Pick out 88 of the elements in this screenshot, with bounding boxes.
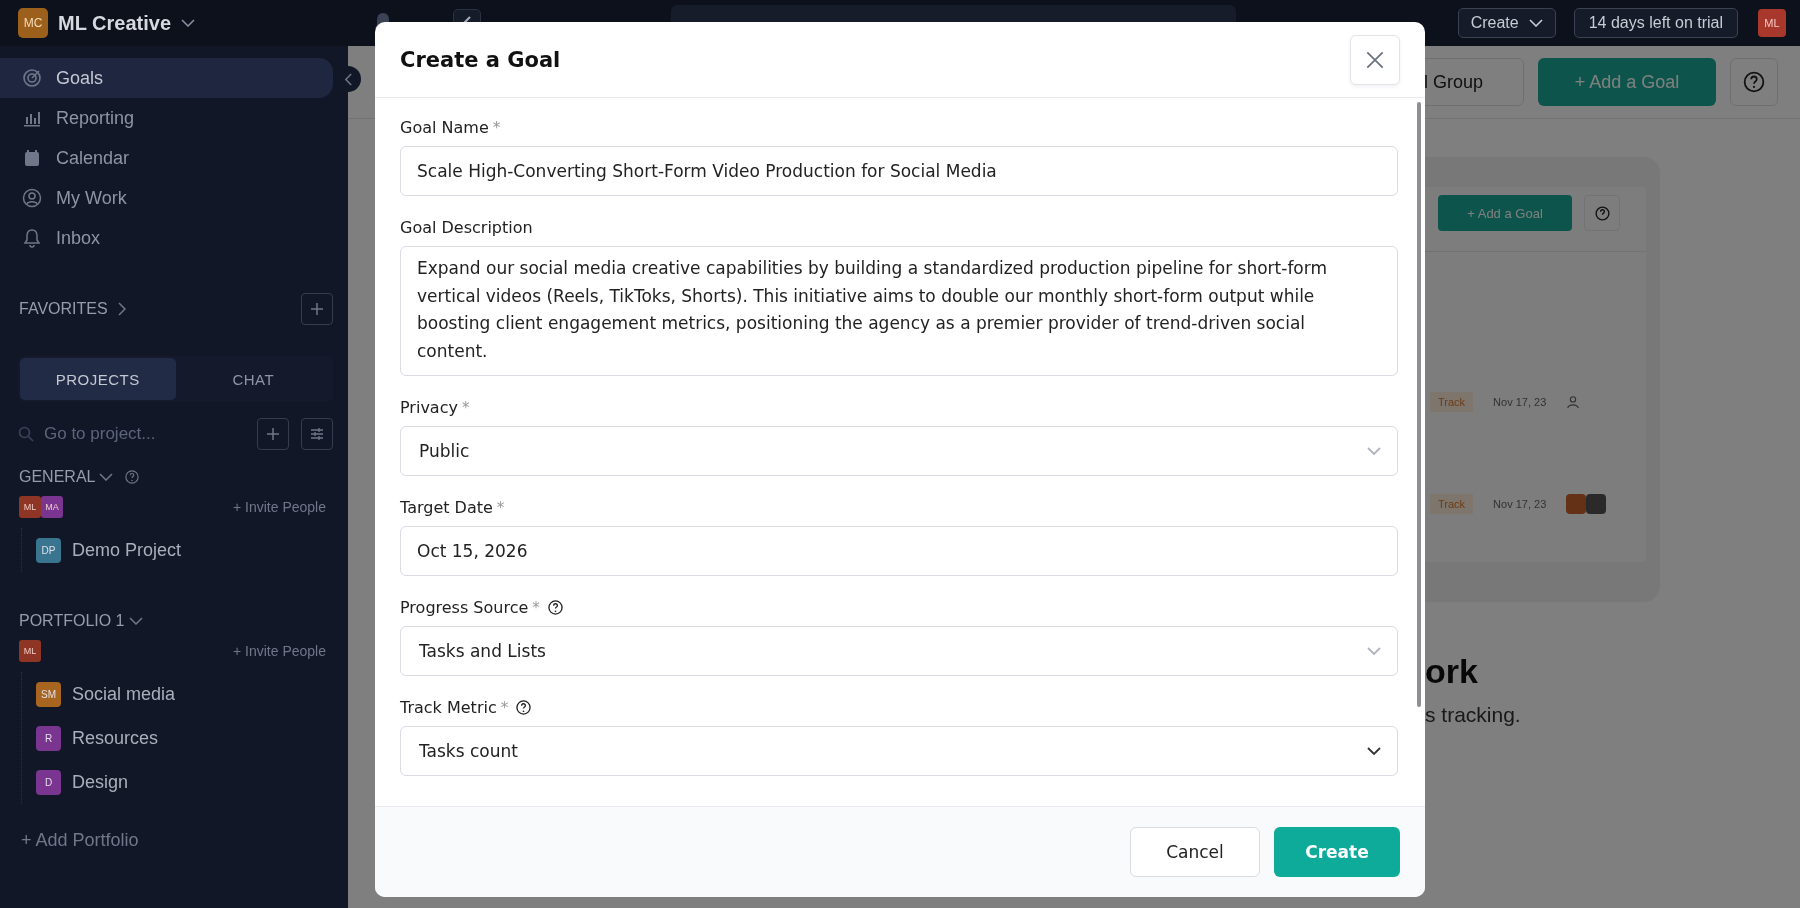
field-label: Progress Source <box>400 598 529 617</box>
project-name: Demo Project <box>72 539 182 561</box>
scrollbar-thumb[interactable] <box>1417 102 1421 707</box>
chevron-icon <box>1367 747 1381 755</box>
project-item[interactable]: DP Demo Project <box>36 528 326 572</box>
project-name: Social media <box>72 683 176 705</box>
invite-link[interactable]: + Invite People <box>233 499 326 515</box>
dialog-title: Create a Goal <box>400 47 561 72</box>
plus-icon <box>309 301 325 317</box>
project-item[interactable]: R Resources <box>36 716 326 760</box>
empty-state-title: ork <box>1425 652 1479 691</box>
field-label: Privacy <box>400 398 458 417</box>
nav-item[interactable]: Calendar <box>0 138 333 178</box>
chevron-icon <box>1367 447 1381 455</box>
dropdown-field[interactable]: Tasks count <box>400 726 1398 776</box>
chevron-icon[interactable] <box>99 473 114 481</box>
empty-state-text: s tracking. <box>1425 703 1522 727</box>
due-date: Nov 17, 23 <box>1493 498 1547 510</box>
status-badge: Track <box>1430 392 1474 412</box>
required-mark: * <box>500 698 509 717</box>
add-portfolio-link[interactable]: + Add Portfolio <box>21 830 348 851</box>
avatar <box>1566 494 1587 514</box>
add-project-button[interactable] <box>257 418 289 450</box>
nav-item[interactable]: My Work <box>0 178 333 218</box>
required-mark: * <box>496 498 505 517</box>
favorites-heading[interactable]: FAVORITES <box>19 300 108 318</box>
chevron-icon <box>343 72 353 86</box>
add-favorite-button[interactable] <box>301 293 333 325</box>
project-name: Resources <box>72 727 159 749</box>
avatar <box>1586 494 1607 514</box>
workspace-name[interactable]: ML Creative <box>58 11 171 35</box>
help-icon[interactable] <box>516 700 532 715</box>
text-field[interactable]: Scale High-Converting Short-Form Video Production for Social Media <box>400 146 1398 196</box>
calendar-icon <box>22 148 42 168</box>
project-item[interactable]: SM Social media <box>36 672 326 716</box>
group-heading[interactable]: PORTFOLIO 1 <box>19 612 125 630</box>
project-badge: DP <box>36 537 61 563</box>
nav-item[interactable]: Goals <box>0 58 333 98</box>
nav-item[interactable]: Inbox <box>0 218 333 258</box>
target-icon <box>22 68 42 88</box>
required-mark: * <box>461 398 470 417</box>
chevron-icon[interactable] <box>117 302 126 316</box>
invite-link[interactable]: + Invite People <box>233 643 326 659</box>
filter-button[interactable] <box>301 418 333 450</box>
required-mark: * <box>532 598 540 617</box>
plus-icon <box>265 426 281 442</box>
search-icon <box>18 426 34 442</box>
bell-icon <box>22 228 42 248</box>
project-name: Design <box>72 771 129 793</box>
caret-icon <box>1528 19 1543 27</box>
chevron-icon <box>1367 647 1381 655</box>
project-item[interactable]: D Design <box>36 760 326 804</box>
project-badge: D <box>36 769 61 795</box>
help-icon <box>1594 205 1610 221</box>
person-icon <box>22 188 42 208</box>
member-avatar[interactable]: ML <box>19 640 41 662</box>
member-avatar[interactable]: ML <box>19 496 41 518</box>
member-avatar[interactable]: MA <box>41 496 63 518</box>
sidebar-tab[interactable]: PROJECTS <box>20 358 176 400</box>
project-badge: SM <box>36 681 61 707</box>
nav-item[interactable]: Reporting <box>0 98 333 138</box>
field-label: Track Metric <box>400 698 497 717</box>
chevron-icon[interactable] <box>128 617 143 625</box>
dropdown-field[interactable]: Tasks and Lists <box>400 626 1398 676</box>
trial-badge[interactable]: 14 days left on trial <box>1573 8 1738 38</box>
due-date: Nov 17, 23 <box>1493 396 1547 408</box>
text-field[interactable]: Oct 15, 2026 <box>400 526 1398 576</box>
help-button[interactable] <box>1730 58 1778 106</box>
group-heading[interactable]: GENERAL <box>19 468 96 486</box>
project-badge: R <box>36 725 61 751</box>
status-badge: Track <box>1430 494 1474 514</box>
sidebar-tab[interactable]: CHAT <box>175 358 331 400</box>
description-field[interactable]: Expand our social media creative capabilities by building a standardized production pipeline for short-form vertical videos (Reels, TikToks, Shorts). This initiative aims to double our monthly short-form output while boosting client engagement metrics, positioning the agency as a premier provider of trend-driven social content. <box>400 246 1398 376</box>
field-label: Target Date <box>400 498 493 517</box>
caret-icon[interactable] <box>181 19 195 27</box>
required-mark: * <box>492 118 501 137</box>
sliders-icon <box>309 426 325 442</box>
dropdown-field[interactable]: Public <box>400 426 1398 476</box>
field-label: Goal Description <box>400 218 533 237</box>
field-label: Goal Name <box>400 118 489 137</box>
close-button[interactable] <box>1350 34 1400 85</box>
help-icon[interactable] <box>547 600 563 615</box>
create-button[interactable]: Create <box>1457 8 1556 38</box>
person-icon <box>1566 395 1581 409</box>
help-icon <box>1743 71 1765 93</box>
user-avatar[interactable]: ML <box>1758 9 1786 37</box>
cancel-button[interactable]: Cancel <box>1130 827 1260 877</box>
workspace-logo[interactable]: MC <box>18 8 48 38</box>
